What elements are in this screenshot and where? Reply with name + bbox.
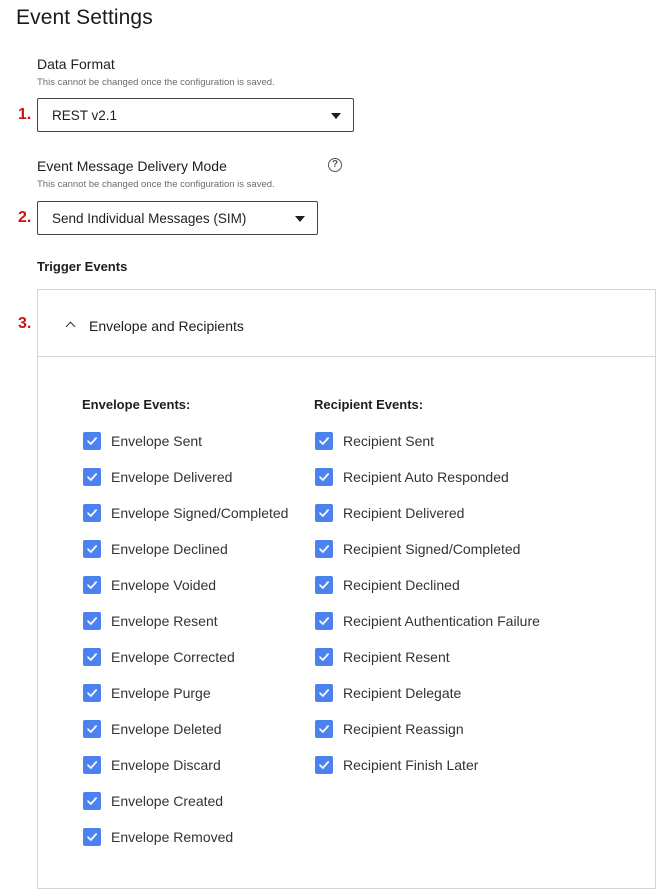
step-marker-1: 1.	[18, 106, 32, 123]
checkmark-icon	[87, 617, 98, 625]
trigger-events-panel: Envelope and Recipients Envelope Events:…	[37, 289, 656, 889]
checkbox[interactable]	[315, 648, 333, 666]
envelope-event-label: Envelope Delivered	[111, 469, 233, 485]
checkbox[interactable]	[315, 432, 333, 450]
recipient-event-label: Recipient Sent	[343, 433, 435, 449]
checkbox[interactable]	[83, 504, 101, 522]
checkmark-icon	[87, 689, 98, 697]
data-format-select[interactable]: REST v2.1	[37, 98, 354, 132]
envelope-event-label: Envelope Voided	[111, 577, 217, 593]
recipient-event-label: Recipient Signed/Completed	[343, 541, 521, 557]
checkmark-icon	[87, 545, 98, 553]
envelope-event-label: Envelope Removed	[111, 829, 234, 845]
recipient-event-label: Recipient Authentication Failure	[343, 613, 540, 629]
caret-down-icon	[331, 113, 341, 119]
checkmark-icon	[319, 689, 330, 697]
recipient-event-label: Recipient Reassign	[343, 721, 464, 737]
checkmark-icon	[87, 761, 98, 769]
checkmark-icon	[87, 581, 98, 589]
step-marker-2: 2.	[18, 209, 32, 226]
delivery-mode-select[interactable]: Send Individual Messages (SIM)	[37, 201, 318, 235]
checkbox[interactable]	[315, 720, 333, 738]
checkbox[interactable]	[83, 648, 101, 666]
chevron-up-icon	[65, 321, 76, 332]
caret-down-icon	[295, 216, 305, 222]
checkbox[interactable]	[83, 720, 101, 738]
checkbox[interactable]	[315, 684, 333, 702]
checkbox[interactable]	[315, 612, 333, 630]
checkmark-icon	[87, 437, 98, 445]
recipient-event-label: Recipient Resent	[343, 649, 450, 665]
checkbox[interactable]	[83, 540, 101, 558]
recipient-event-label: Recipient Finish Later	[343, 757, 479, 773]
delivery-mode-label: Event Message Delivery Mode	[37, 158, 227, 174]
checkmark-icon	[87, 509, 98, 517]
checkbox[interactable]	[315, 504, 333, 522]
envelope-event-label: Envelope Discard	[111, 757, 221, 773]
checkbox[interactable]	[83, 576, 101, 594]
recipient-event-label: Recipient Auto Responded	[343, 469, 509, 485]
envelope-event-label: Envelope Deleted	[111, 721, 222, 737]
trigger-events-title: Trigger Events	[37, 259, 128, 274]
recipient-event-label: Recipient Delegate	[343, 685, 462, 701]
checkbox[interactable]	[83, 468, 101, 486]
checkmark-icon	[87, 473, 98, 481]
checkbox[interactable]	[315, 576, 333, 594]
checkmark-icon	[319, 437, 330, 445]
envelope-event-label: Envelope Declined	[111, 541, 228, 557]
help-icon[interactable]: ?	[328, 158, 342, 172]
envelope-event-label: Envelope Created	[111, 793, 224, 809]
checkbox[interactable]	[83, 684, 101, 702]
recipient-event-label: Recipient Delivered	[343, 505, 465, 521]
checkmark-icon	[87, 833, 98, 841]
checkmark-icon	[87, 725, 98, 733]
envelope-events-heading: Envelope Events:	[82, 397, 191, 412]
accordion-title: Envelope and Recipients	[89, 318, 244, 334]
recipient-events-heading: Recipient Events:	[314, 397, 424, 412]
page-title: Event Settings	[16, 6, 153, 29]
checkmark-icon	[87, 653, 98, 661]
delivery-mode-hint: This cannot be changed once the configur…	[37, 179, 275, 190]
checkbox[interactable]	[83, 612, 101, 630]
envelope-event-label: Envelope Sent	[111, 433, 203, 449]
delivery-mode-value: Send Individual Messages (SIM)	[52, 211, 247, 226]
checkmark-icon	[319, 725, 330, 733]
data-format-hint: This cannot be changed once the configur…	[37, 77, 275, 88]
envelope-event-label: Envelope Signed/Completed	[111, 505, 289, 521]
step-marker-3: 3.	[18, 315, 32, 332]
checkmark-icon	[319, 581, 330, 589]
checkbox[interactable]	[315, 756, 333, 774]
checkmark-icon	[319, 509, 330, 517]
checkbox[interactable]	[315, 468, 333, 486]
checkbox[interactable]	[83, 432, 101, 450]
checkmark-icon	[319, 653, 330, 661]
envelope-event-label: Envelope Corrected	[111, 649, 235, 665]
recipient-event-label: Recipient Declined	[343, 577, 460, 593]
checkmark-icon	[319, 545, 330, 553]
data-format-value: REST v2.1	[52, 108, 118, 123]
checkmark-icon	[319, 617, 330, 625]
checkbox[interactable]	[315, 540, 333, 558]
envelope-recipients-accordion-header[interactable]: Envelope and Recipients	[38, 290, 655, 357]
envelope-event-label: Envelope Purge	[111, 685, 211, 701]
checkmark-icon	[87, 797, 98, 805]
checkbox[interactable]	[83, 792, 101, 810]
checkmark-icon	[319, 761, 330, 769]
data-format-label: Data Format	[37, 56, 115, 72]
checkbox[interactable]	[83, 756, 101, 774]
checkmark-icon	[319, 473, 330, 481]
envelope-event-label: Envelope Resent	[111, 613, 218, 629]
checkbox[interactable]	[83, 828, 101, 846]
